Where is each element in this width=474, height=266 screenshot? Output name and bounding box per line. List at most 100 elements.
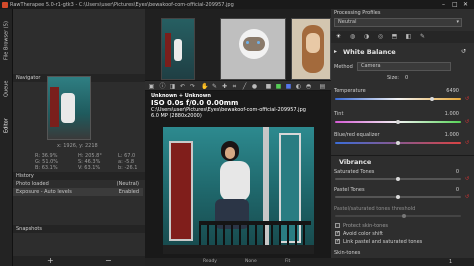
pin-icon[interactable]: ● xyxy=(251,83,258,90)
mask-icon[interactable]: ◓ xyxy=(305,83,312,90)
saturated-value[interactable]: 0 xyxy=(439,169,459,175)
right-panel: Processing Profiles Neutral ▾ ☀ ◍ ◑ ◎ ⬒ … xyxy=(331,9,474,266)
history-row-1[interactable]: Photo loaded (Neutral) xyxy=(13,180,143,188)
metadata-tab-icon[interactable]: ✎ xyxy=(419,33,426,40)
raw-tab-icon[interactable]: ◧ xyxy=(405,33,412,40)
zoom-fit[interactable]: Fit xyxy=(285,258,290,266)
tab-file-browser[interactable]: File Browser (5) xyxy=(1,15,12,67)
blue-red-label: Blue/red equalizer xyxy=(334,132,380,138)
status-ready: Ready xyxy=(203,259,217,264)
stat-b: B: 63.1% xyxy=(35,165,58,171)
profiles-header: Processing Profiles xyxy=(331,10,474,16)
color-picker-icon[interactable]: ✚ xyxy=(221,83,228,90)
method-label: Method xyxy=(334,64,353,70)
saturated-reset-icon[interactable]: ↺ xyxy=(465,176,469,182)
panel-toggle-icon[interactable]: ▤ xyxy=(319,83,326,90)
tab-queue[interactable]: Queue xyxy=(1,75,12,103)
thumbnail-1[interactable] xyxy=(161,18,195,80)
channel-g-icon[interactable]: ■ xyxy=(275,83,282,90)
remove-snapshot-button[interactable]: − xyxy=(105,256,112,266)
channel-b-icon[interactable]: ■ xyxy=(285,83,292,90)
temperature-slider[interactable] xyxy=(335,98,461,100)
snapshots-toolbar: + − xyxy=(13,256,145,266)
tint-reset-icon[interactable]: ↺ xyxy=(465,119,469,125)
minimize-button[interactable]: – xyxy=(442,1,445,8)
avoid-shift-checkbox[interactable] xyxy=(335,230,340,236)
pastel-reset-icon[interactable]: ↺ xyxy=(465,194,469,200)
history-header[interactable]: History xyxy=(13,172,145,180)
protect-skin-checkbox[interactable] xyxy=(335,223,340,228)
saturated-knob[interactable] xyxy=(396,177,400,181)
temperature-reset-icon[interactable]: ↺ xyxy=(465,96,469,102)
navigator-preview[interactable] xyxy=(47,76,91,140)
history-label: History xyxy=(16,173,34,179)
reset-icon[interactable]: ↺ xyxy=(461,48,466,55)
detail-tab-icon[interactable]: ◍ xyxy=(349,33,356,40)
crop-icon[interactable]: ⌗ xyxy=(231,83,238,90)
before-after-icon[interactable]: ◨ xyxy=(169,83,176,90)
lock-icon[interactable]: ▣ xyxy=(148,83,155,90)
wb-header[interactable]: ▸ White Balance ↺ xyxy=(331,47,474,57)
exposure-tab-icon[interactable]: ☀ xyxy=(335,33,342,40)
thumbnail-3[interactable] xyxy=(291,18,331,80)
vibrance-header[interactable]: Vibrance xyxy=(331,155,474,166)
snapshots-header[interactable]: Snapshots xyxy=(13,225,145,233)
threshold-knob[interactable] xyxy=(402,214,407,218)
maximize-button[interactable]: □ xyxy=(452,1,458,8)
saturated-label: Saturated Tones xyxy=(334,169,375,175)
undo-icon[interactable]: ↶ xyxy=(179,83,186,90)
straighten-icon[interactable]: ╱ xyxy=(241,83,248,90)
temperature-value[interactable]: 6490 xyxy=(439,88,459,94)
history-row-2[interactable]: Exposure - Auto levels Enabled xyxy=(13,188,143,196)
overlay-size: 6.0 MP (2880x2000) xyxy=(151,113,202,119)
navigator-label: Navigator xyxy=(16,75,41,81)
tint-knob[interactable] xyxy=(396,120,400,124)
skin-tones-label: Skin-tones xyxy=(334,250,361,256)
size-value[interactable]: 0 xyxy=(405,75,408,81)
protect-skin-label: Protect skin-tones xyxy=(343,223,388,229)
transform-tab-icon[interactable]: ⬒ xyxy=(391,33,398,40)
pastel-value[interactable]: 0 xyxy=(439,187,459,193)
wavelet-tab-icon[interactable]: ◎ xyxy=(377,33,384,40)
filmstrip xyxy=(145,9,331,80)
channel-lum-icon[interactable]: ◐ xyxy=(295,83,302,90)
blue-red-knob[interactable] xyxy=(396,141,400,145)
white-balance-picker-icon[interactable]: ✎ xyxy=(211,83,218,90)
color-tab-icon[interactable]: ◑ xyxy=(363,33,370,40)
image-preview[interactable]: Unknown + Unknown ISO 0.0s f/0.0 0.00mm … xyxy=(145,91,331,258)
page-indicator: 1 xyxy=(449,259,453,265)
blue-red-reset-icon[interactable]: ↺ xyxy=(465,140,469,146)
method-value: Camera xyxy=(361,63,381,69)
hand-tool-icon[interactable]: ✋ xyxy=(201,83,208,90)
add-snapshot-button[interactable]: + xyxy=(47,256,54,266)
threshold-slider[interactable] xyxy=(335,215,461,217)
tint-value[interactable]: 1.000 xyxy=(439,111,459,117)
tab-editor[interactable]: Editor xyxy=(1,111,12,141)
channel-r-icon[interactable]: ■ xyxy=(265,83,272,90)
stat-v: V: 63.1% xyxy=(78,165,101,171)
profile-value: Neutral xyxy=(338,19,357,25)
temperature-knob[interactable] xyxy=(430,97,435,101)
history-value: Enabled xyxy=(118,189,139,195)
method-select[interactable]: Camera xyxy=(357,62,451,71)
thumbnail-2[interactable] xyxy=(220,18,286,80)
history-value: (Neutral) xyxy=(116,181,139,187)
info-icon[interactable]: ⓘ xyxy=(159,83,166,90)
preview-door xyxy=(50,87,59,127)
close-button[interactable]: ✕ xyxy=(463,1,468,8)
profile-select[interactable]: Neutral ▾ xyxy=(334,18,462,27)
redo-icon[interactable]: ↷ xyxy=(189,83,196,90)
tint-label: Tint xyxy=(334,111,344,117)
preview-figure xyxy=(61,93,75,123)
chevron-down-icon: ▾ xyxy=(456,19,459,25)
temperature-label: Temperature xyxy=(334,88,366,94)
noise-select[interactable]: None xyxy=(245,258,257,266)
vibrance-title: Vibrance xyxy=(339,158,372,166)
pastel-knob[interactable] xyxy=(396,195,400,199)
tab-queue-label: Queue xyxy=(3,80,10,98)
history-action: Exposure - Auto levels xyxy=(16,189,72,195)
link-tones-label: Link pastel and saturated tones xyxy=(343,239,423,245)
blue-red-value[interactable]: 1.000 xyxy=(439,132,459,138)
link-tones-checkbox[interactable] xyxy=(335,238,340,244)
overlay-exposure: ISO 0.0s f/0.0 0.00mm xyxy=(151,99,239,107)
